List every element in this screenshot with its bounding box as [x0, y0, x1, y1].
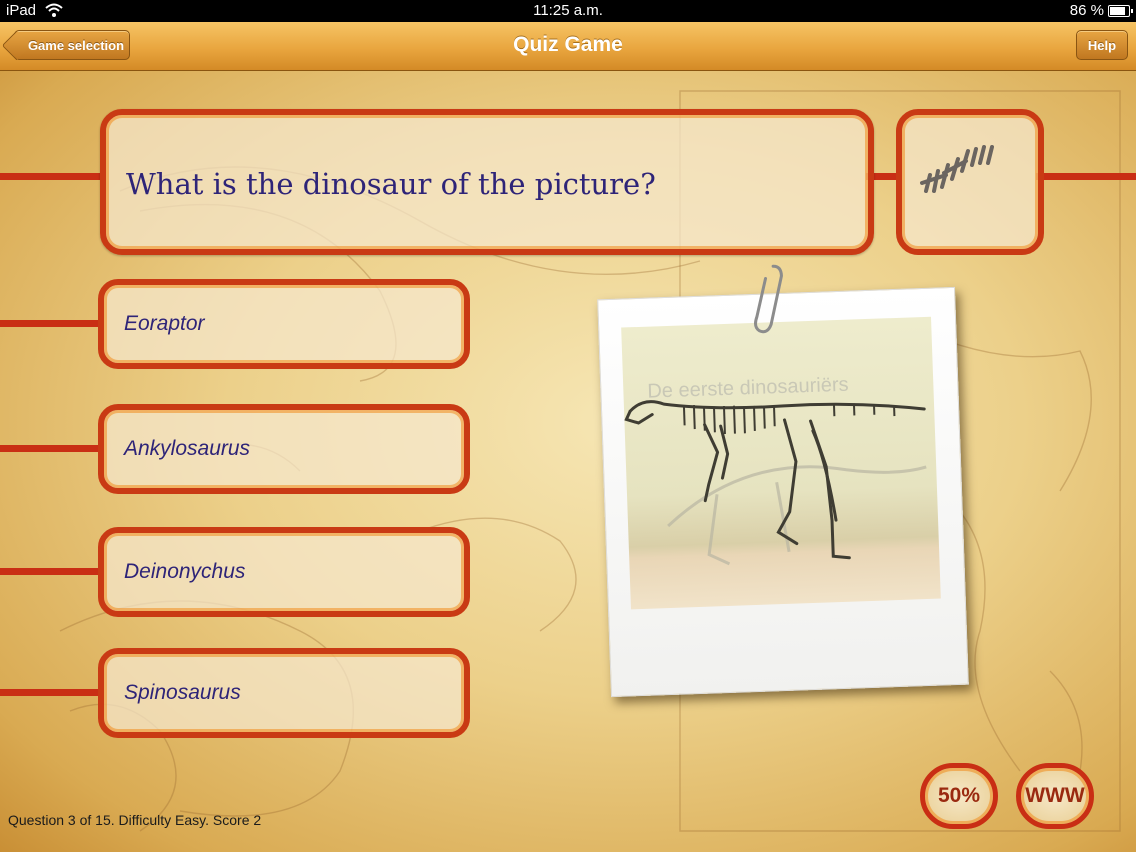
answer-option-4[interactable]: Spinosaurus	[98, 648, 470, 738]
question-photo-card: De eerste dinosauriërs	[597, 264, 969, 698]
answer-connector-2	[0, 445, 102, 452]
quiz-board: What is the dinosaur of the picture? Eor…	[0, 71, 1136, 852]
progress-tally-panel	[896, 109, 1044, 255]
battery-icon	[1108, 5, 1133, 17]
fifty-fifty-button[interactable]: 50%	[920, 763, 998, 829]
battery-fill	[1110, 7, 1126, 15]
battery-percentage: 86 %	[1069, 2, 1104, 19]
status-bar: iPad 11:25 a.m. 86 %	[0, 0, 1136, 22]
answer-label: Deinonychus	[124, 560, 246, 583]
answer-option-3[interactable]: Deinonychus	[98, 527, 470, 617]
answer-label: Ankylosaurus	[124, 437, 251, 460]
game-status-text: Question 3 of 15. Difficulty Easy. Score…	[8, 812, 262, 828]
answer-label: Eoraptor	[124, 312, 205, 335]
clock: 11:25 a.m.	[533, 2, 603, 19]
page-title: Quiz Game	[513, 33, 623, 56]
tally-marks-icon	[920, 145, 994, 193]
paperclip-icon	[754, 264, 783, 334]
answer-label: Spinosaurus	[124, 681, 241, 704]
www-button[interactable]: WWW	[1016, 763, 1094, 829]
navigation-bar: Game selection Quiz Game Help	[0, 22, 1136, 71]
answer-option-2[interactable]: Ankylosaurus	[98, 404, 470, 494]
skeleton-illustration	[624, 400, 927, 566]
help-button[interactable]: Help	[1076, 30, 1128, 60]
question-connector-left	[0, 173, 104, 180]
question-panel: What is the dinosaur of the picture?	[100, 109, 874, 255]
dinosaur-skeleton-photo: De eerste dinosauriërs	[621, 316, 941, 610]
question-text: What is the dinosaur of the picture?	[126, 167, 656, 201]
answer-connector-1	[0, 320, 102, 327]
answer-connector-3	[0, 568, 102, 575]
answer-option-1[interactable]: Eoraptor	[98, 279, 470, 369]
answer-connector-4	[0, 689, 102, 696]
question-connector-right	[1036, 173, 1136, 180]
